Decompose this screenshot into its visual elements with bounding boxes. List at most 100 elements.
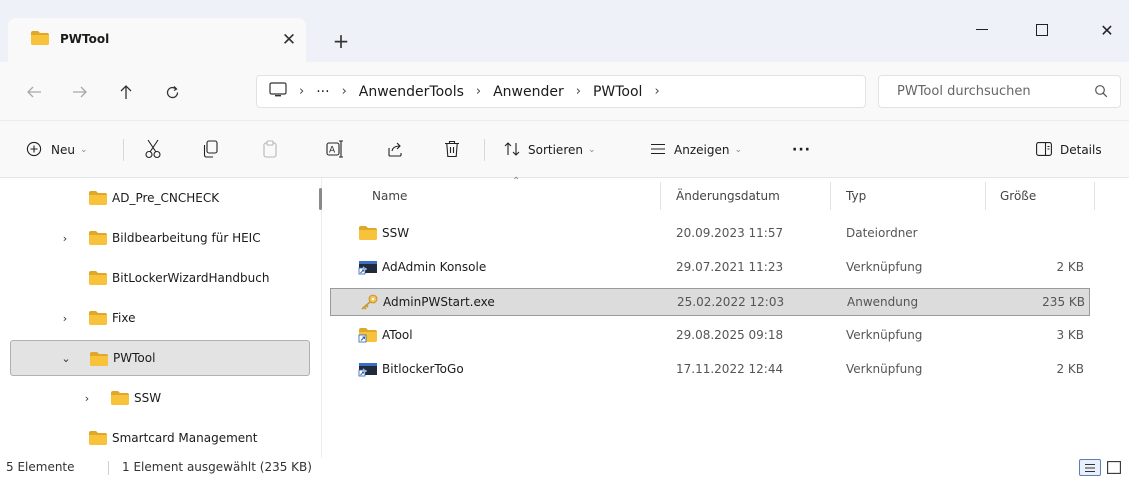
table-row[interactable]: SSW 20.09.2023 11:57 Dateiordner — [330, 220, 1090, 248]
folder-icon — [89, 351, 109, 370]
console-shortcut-icon — [358, 259, 377, 275]
maximize-icon[interactable] — [1020, 14, 1064, 46]
rename-icon: A — [326, 139, 344, 161]
chevron-down-icon: ⌄ — [79, 145, 88, 155]
table-row[interactable]: BitlockerToGo 17.11.2022 12:44 Verknüpfung… — [330, 356, 1090, 384]
more-options-button[interactable]: ··· — [792, 135, 811, 165]
sidebar-item[interactable]: BitLockerWizardHandbuch — [10, 260, 310, 296]
breadcrumb-item[interactable]: PWTool — [593, 84, 642, 100]
divider — [123, 139, 124, 161]
address-bar[interactable]: › ··· › AnwenderTools › Anwender › PWToo… — [256, 75, 866, 108]
status-bar: 5 Elemente 1 Element ausgewählt (235 KB) — [0, 458, 1129, 477]
breadcrumb-chevron-icon: › — [299, 84, 305, 99]
share-icon — [386, 140, 404, 161]
search-box[interactable] — [878, 75, 1121, 108]
column-divider[interactable] — [1094, 182, 1095, 210]
folder-icon — [358, 225, 377, 241]
title-bar: PWTool ✕ + ✕ — [0, 0, 1129, 62]
close-tab-icon[interactable]: ✕ — [276, 27, 302, 53]
sidebar-item[interactable]: Smartcard Management — [10, 420, 310, 456]
chevron-down-icon[interactable]: ⌄ — [59, 352, 73, 365]
close-window-icon[interactable]: ✕ — [1085, 14, 1129, 46]
column-header-size[interactable]: Größe — [1000, 178, 1036, 214]
folder-icon — [88, 230, 108, 249]
details-pane-button[interactable]: Details — [1036, 135, 1102, 165]
sidebar-item[interactable]: › Fixe — [10, 300, 310, 336]
share-button[interactable] — [386, 135, 404, 165]
column-header-name[interactable]: Name — [372, 178, 407, 214]
file-type: Dateiordner — [846, 226, 918, 240]
rename-button[interactable]: A — [326, 135, 344, 165]
view-label: Anzeigen — [674, 143, 730, 157]
up-arrow-icon[interactable] — [112, 78, 140, 106]
chevron-right-icon[interactable]: › — [58, 312, 72, 325]
chevron-right-icon[interactable]: › — [80, 392, 94, 405]
details-view-icon[interactable] — [1079, 459, 1101, 476]
forward-arrow-icon[interactable] — [66, 78, 94, 106]
search-input[interactable] — [879, 76, 1079, 107]
tiles-view-icon[interactable] — [1106, 460, 1122, 475]
folder-icon — [110, 390, 130, 409]
cut-button[interactable] — [144, 135, 162, 165]
sidebar-item-label: PWTool — [113, 351, 156, 365]
clipboard-icon — [262, 139, 278, 161]
sort-indicator-icon: ⌃ — [512, 176, 521, 187]
breadcrumb-item[interactable]: AnwenderTools — [359, 84, 464, 100]
minimize-icon[interactable] — [960, 14, 1004, 46]
tab-pwtool[interactable]: PWTool ✕ — [8, 18, 306, 62]
breadcrumb-chevron-icon: › — [575, 84, 581, 99]
scissors-icon — [144, 139, 162, 162]
sidebar-item[interactable]: › SSW — [10, 380, 310, 416]
chevron-down-icon: ⌄ — [734, 145, 742, 155]
file-date: 29.08.2025 09:18 — [676, 328, 784, 342]
refresh-icon[interactable] — [158, 78, 186, 106]
sort-arrows-icon — [504, 141, 520, 160]
file-list: ⌃ Name Änderungsdatum Typ Größe SSW 20.09… — [330, 176, 1129, 458]
copy-button[interactable] — [202, 135, 218, 165]
chevron-down-icon: ⌄ — [587, 145, 596, 155]
command-bar: Neu ⌄ A Sortieren ⌄ Anzeigen ⌄ ··· Detai… — [0, 120, 1129, 178]
item-count: 5 Elemente — [6, 460, 75, 474]
new-tab-button[interactable]: + — [328, 28, 354, 54]
computer-icon — [269, 81, 287, 102]
sort-button[interactable]: Sortieren ⌄ — [504, 135, 596, 165]
file-name: SSW — [382, 226, 410, 240]
file-type: Verknüpfung — [846, 362, 923, 376]
divider — [484, 139, 485, 161]
sort-label: Sortieren — [528, 143, 583, 157]
search-icon[interactable] — [1094, 84, 1108, 101]
navigation-bar: › ··· › AnwenderTools › Anwender › PWToo… — [0, 62, 1129, 120]
divider — [108, 461, 109, 475]
table-row[interactable]: AdAdmin Konsole 29.07.2021 11:23 Verknüpfu… — [330, 254, 1090, 282]
sidebar-item-label: Fixe — [112, 311, 136, 325]
column-divider[interactable] — [830, 182, 831, 210]
table-row[interactable]: AdminPWStart.exe 25.02.2022 12:03 Anwendun… — [330, 288, 1090, 316]
file-name: BitlockerToGo — [382, 362, 464, 376]
folder-icon — [88, 190, 108, 209]
sidebar-item[interactable]: › Bildbearbeitung für HEIC — [10, 220, 310, 256]
column-divider[interactable] — [660, 182, 661, 210]
sidebar-item[interactable]: AD_Pre_CNCHECK — [10, 180, 310, 216]
table-row[interactable]: ATool 29.08.2025 09:18 Verknüpfung 3 KB — [330, 322, 1090, 350]
column-header-date[interactable]: Änderungsdatum — [676, 178, 780, 214]
chevron-right-icon[interactable]: › — [58, 232, 72, 245]
sidebar-item[interactable]: ⌄ PWTool — [10, 340, 310, 376]
key-app-icon — [359, 294, 378, 310]
view-lines-icon — [650, 143, 666, 158]
new-button[interactable]: Neu ⌄ — [26, 135, 88, 165]
file-date: 25.02.2022 12:03 — [677, 295, 785, 309]
breadcrumb-overflow[interactable]: ··· — [316, 84, 329, 100]
plus-circle-icon — [26, 141, 42, 160]
paste-button[interactable] — [262, 135, 278, 165]
breadcrumb-chevron-icon[interactable]: › — [654, 84, 659, 99]
column-header-type[interactable]: Typ — [846, 178, 866, 214]
column-divider[interactable] — [985, 182, 986, 210]
sidebar-item-label: BitLockerWizardHandbuch — [112, 271, 270, 285]
back-arrow-icon[interactable] — [20, 78, 48, 106]
breadcrumb-item[interactable]: Anwender — [493, 84, 564, 100]
delete-button[interactable] — [444, 135, 460, 165]
view-button[interactable]: Anzeigen ⌄ — [650, 135, 742, 165]
file-size: 235 KB — [1042, 295, 1085, 309]
sidebar-scrollbar[interactable] — [319, 188, 322, 210]
folder-icon — [88, 310, 108, 329]
